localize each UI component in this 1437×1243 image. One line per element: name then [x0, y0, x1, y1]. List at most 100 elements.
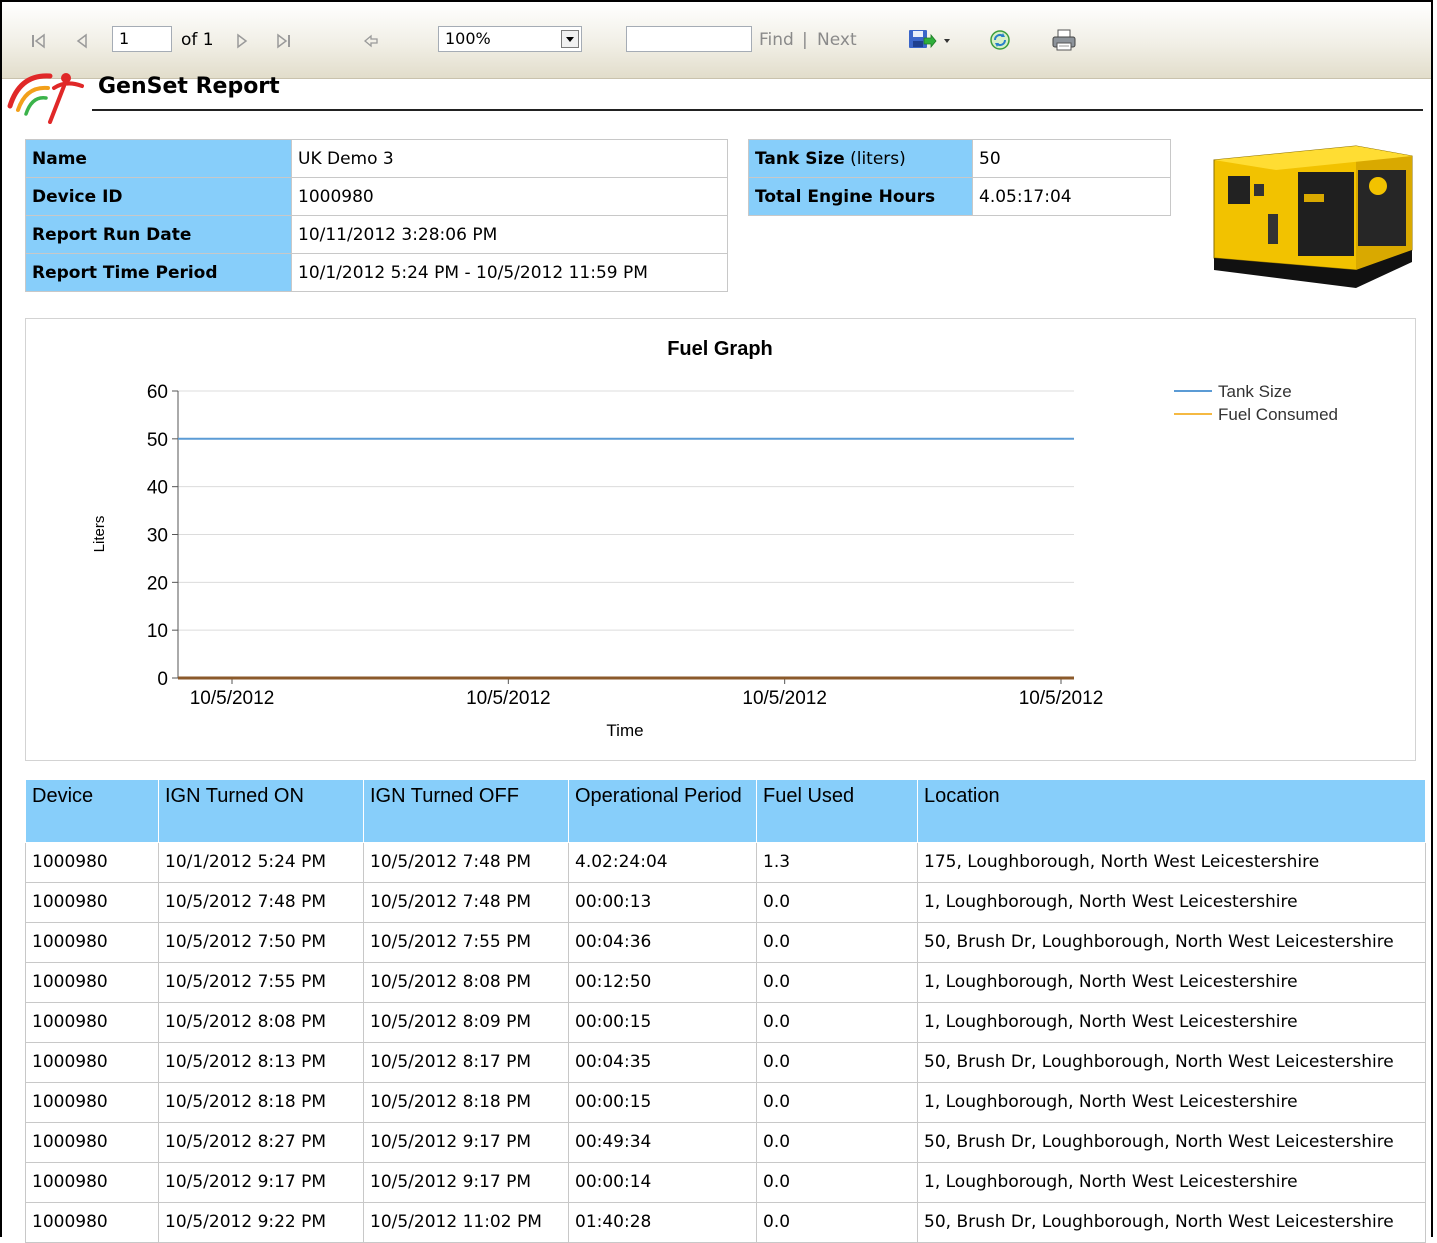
- cell-device: 1000980: [25, 1121, 159, 1163]
- cell-operational-period: 00:49:34: [568, 1121, 757, 1163]
- find-text-input[interactable]: [626, 26, 752, 52]
- zoom-select[interactable]: 100%: [438, 26, 582, 52]
- cell-location: 50, Brush Dr, Loughborough, North West L…: [917, 1041, 1426, 1083]
- column-header-fuel-used: Fuel Used: [756, 780, 918, 843]
- print-icon[interactable]: [1050, 28, 1078, 52]
- cell-operational-period: 01:40:28: [568, 1201, 757, 1243]
- cell-device: 1000980: [25, 1161, 159, 1203]
- info-label: Report Time Period: [25, 253, 292, 292]
- ignition-events-table: Device IGN Turned ON IGN Turned OFF Operati…: [25, 780, 1426, 1243]
- table-row: 1000980 10/5/2012 9:17 PM 10/5/2012 9:17 P…: [25, 1161, 1426, 1203]
- last-page-icon[interactable]: [276, 33, 292, 49]
- info-label: Total Engine Hours: [748, 177, 973, 216]
- cell-fuel-used: 0.0: [756, 881, 918, 923]
- table-row: 1000980 10/5/2012 7:48 PM 10/5/2012 7:48 P…: [25, 881, 1426, 923]
- table-row: 1000980 10/1/2012 5:24 PM 10/5/2012 7:48 P…: [25, 841, 1426, 883]
- cell-ign-off: 10/5/2012 11:02 PM: [363, 1201, 569, 1243]
- y-tick-label: 10: [147, 621, 168, 642]
- column-header-ign-on: IGN Turned ON: [158, 780, 364, 843]
- next-page-icon[interactable]: [234, 33, 250, 49]
- back-to-parent-icon[interactable]: [363, 33, 379, 49]
- cell-device: 1000980: [25, 841, 159, 883]
- company-logo: [7, 73, 84, 124]
- cell-ign-off: 10/5/2012 9:17 PM: [363, 1121, 569, 1163]
- info-label: Name: [25, 139, 292, 178]
- cell-ign-on: 10/5/2012 7:55 PM: [158, 961, 364, 1003]
- table-body: 1000980 10/1/2012 5:24 PM 10/5/2012 7:48 P…: [25, 841, 1426, 1243]
- x-tick-label: 10/5/2012: [466, 688, 551, 709]
- cell-location: 1, Loughborough, North West Leicestershi…: [917, 1081, 1426, 1123]
- cell-device: 1000980: [25, 881, 159, 923]
- y-tick-label: 50: [147, 430, 168, 451]
- cell-ign-on: 10/1/2012 5:24 PM: [158, 841, 364, 883]
- info-value: 10/1/2012 5:24 PM - 10/5/2012 11:59 PM: [291, 253, 728, 292]
- info-row-engine-hours: Total Engine Hours 4.05:17:04: [748, 177, 1171, 216]
- refresh-icon[interactable]: [989, 29, 1011, 51]
- cell-location: 50, Brush Dr, Loughborough, North West L…: [917, 1201, 1426, 1243]
- cell-ign-on: 10/5/2012 7:48 PM: [158, 881, 364, 923]
- cell-location: 50, Brush Dr, Loughborough, North West L…: [917, 1121, 1426, 1163]
- cell-operational-period: 00:04:35: [568, 1041, 757, 1083]
- tank-size-unit: (liters): [844, 148, 906, 169]
- table-row: 1000980 10/5/2012 7:55 PM 10/5/2012 8:08 P…: [25, 961, 1426, 1003]
- fuel-chart: Fuel Graph 0 10 20 30 40 50 60 10/5/2012 10/5/201…: [25, 318, 1416, 761]
- cell-ign-off: 10/5/2012 8:09 PM: [363, 1001, 569, 1043]
- zoom-value: 100%: [445, 29, 491, 48]
- cell-operational-period: 00:12:50: [568, 961, 757, 1003]
- chart-title: Fuel Graph: [667, 338, 773, 360]
- cell-operational-period: 00:00:15: [568, 1081, 757, 1123]
- info-label: Device ID: [25, 177, 292, 216]
- cell-ign-on: 10/5/2012 9:22 PM: [158, 1201, 364, 1243]
- y-tick-label: 60: [147, 382, 168, 403]
- info-row-name: Name UK Demo 3: [25, 139, 728, 178]
- cell-ign-off: 10/5/2012 7:55 PM: [363, 921, 569, 963]
- engine-info-table: Tank Size (liters) 50 Total Engine Hours…: [748, 139, 1171, 216]
- y-tick-label: 20: [147, 573, 168, 594]
- cell-ign-off: 10/5/2012 9:17 PM: [363, 1161, 569, 1203]
- cell-operational-period: 4.02:24:04: [568, 841, 757, 883]
- info-value: 4.05:17:04: [972, 177, 1171, 216]
- cell-ign-off: 10/5/2012 8:18 PM: [363, 1081, 569, 1123]
- table-row: 1000980 10/5/2012 8:08 PM 10/5/2012 8:09 P…: [25, 1001, 1426, 1043]
- tank-size-label: Tank Size: [755, 148, 845, 169]
- export-save-icon[interactable]: [907, 28, 955, 52]
- cell-location: 1, Loughborough, North West Leicestershi…: [917, 1001, 1426, 1043]
- table-row: 1000980 10/5/2012 7:50 PM 10/5/2012 7:55 P…: [25, 921, 1426, 963]
- cell-location: 50, Brush Dr, Loughborough, North West L…: [917, 921, 1426, 963]
- first-page-icon[interactable]: [30, 33, 46, 49]
- info-value: 10/11/2012 3:28:06 PM: [291, 215, 728, 254]
- find-next-link[interactable]: Next: [817, 30, 857, 50]
- cell-fuel-used: 0.0: [756, 1121, 918, 1163]
- info-row-tank-size: Tank Size (liters) 50: [748, 139, 1171, 178]
- cell-ign-on: 10/5/2012 8:13 PM: [158, 1041, 364, 1083]
- y-tick-label: 30: [147, 526, 168, 547]
- cell-device: 1000980: [25, 921, 159, 963]
- table-row: 1000980 10/5/2012 8:13 PM 10/5/2012 8:17 P…: [25, 1041, 1426, 1083]
- cell-fuel-used: 0.0: [756, 961, 918, 1003]
- cell-fuel-used: 0.0: [756, 921, 918, 963]
- cell-device: 1000980: [25, 1081, 159, 1123]
- cell-operational-period: 00:04:36: [568, 921, 757, 963]
- cell-ign-on: 10/5/2012 7:50 PM: [158, 921, 364, 963]
- y-axis-label: Liters: [91, 516, 108, 553]
- chevron-down-icon[interactable]: [561, 30, 579, 48]
- cell-location: 1, Loughborough, North West Leicestershi…: [917, 961, 1426, 1003]
- cell-fuel-used: 0.0: [756, 1001, 918, 1043]
- info-label: Report Run Date: [25, 215, 292, 254]
- cell-device: 1000980: [25, 1201, 159, 1243]
- cell-fuel-used: 0.0: [756, 1201, 918, 1243]
- cell-ign-on: 10/5/2012 9:17 PM: [158, 1161, 364, 1203]
- x-tick-label: 10/5/2012: [742, 688, 827, 709]
- column-header-location: Location: [917, 780, 1426, 843]
- cell-device: 1000980: [25, 961, 159, 1003]
- page-number-input[interactable]: 1: [112, 26, 172, 52]
- previous-page-icon[interactable]: [74, 33, 90, 49]
- cell-ign-off: 10/5/2012 8:17 PM: [363, 1041, 569, 1083]
- cell-ign-on: 10/5/2012 8:18 PM: [158, 1081, 364, 1123]
- find-link[interactable]: Find: [759, 30, 794, 50]
- info-row-device-id: Device ID 1000980: [25, 177, 728, 216]
- x-tick-label: 10/5/2012: [190, 688, 275, 709]
- info-row-run-date: Report Run Date 10/11/2012 3:28:06 PM: [25, 215, 728, 254]
- cell-operational-period: 00:00:13: [568, 881, 757, 923]
- legend-label: Tank Size: [1218, 382, 1292, 401]
